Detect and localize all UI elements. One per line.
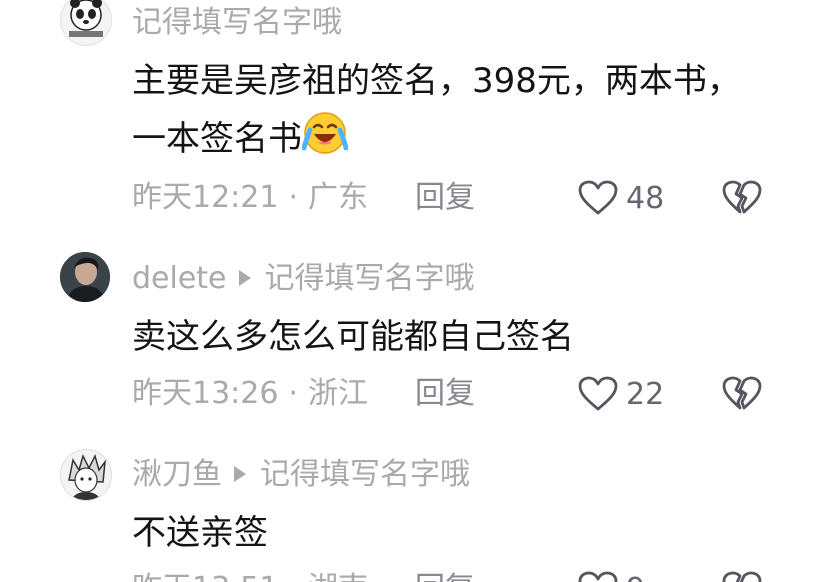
comment-text: 卖这么多怎么可能都自己签名	[132, 308, 574, 366]
avatar[interactable]	[60, 252, 110, 302]
comment-text-line: 卖这么多怎么可能都自己签名	[132, 317, 574, 357]
comment-author-row: 湫刀鱼 记得填写名字哦	[132, 457, 470, 493]
avatar[interactable]	[60, 0, 112, 46]
comment-text: 不送亲签	[132, 504, 268, 562]
portrait-avatar-icon	[60, 252, 110, 302]
reply-target[interactable]: 记得填写名字哦	[265, 261, 475, 296]
panda-avatar-icon	[69, 0, 103, 37]
heart-outline-icon	[578, 180, 618, 215]
comment-location: 湖南	[308, 571, 368, 582]
comment-author[interactable]: delete	[132, 261, 227, 296]
comment-text: 主要是吴彦祖的签名，398元，两本书， 一本签名书	[132, 52, 741, 174]
heart-outline-icon	[578, 376, 618, 411]
comment-meta: 昨天12:21 · 广东 回复	[132, 180, 475, 215]
comment-location: 广东	[308, 180, 369, 215]
dislike-button[interactable]	[722, 571, 762, 582]
broken-heart-icon	[722, 376, 762, 410]
avatar[interactable]	[60, 449, 112, 501]
like-button[interactable]: 9	[578, 569, 645, 582]
comment-author[interactable]: 湫刀鱼	[132, 457, 222, 492]
comment-time: 昨天13:51	[132, 571, 278, 582]
like-count: 22	[626, 376, 665, 412]
broken-heart-icon	[722, 180, 762, 214]
comment-author-row: 记得填写名字哦	[132, 5, 342, 41]
reply-arrow-icon	[234, 466, 246, 482]
laughing-crying-emoji-icon	[301, 110, 349, 174]
comment-text-line: 不送亲签	[132, 513, 268, 553]
dislike-button[interactable]	[722, 180, 762, 216]
comment-meta: 昨天13:26 · 浙江 回复	[132, 376, 475, 411]
reply-target[interactable]: 记得填写名字哦	[260, 457, 470, 492]
like-button[interactable]: 48	[578, 178, 664, 218]
reply-arrow-icon	[238, 270, 251, 286]
comment-time: 昨天12:21	[132, 180, 279, 215]
dislike-button[interactable]	[722, 376, 762, 412]
comment-time: 昨天13:26	[132, 376, 279, 411]
broken-heart-icon	[722, 571, 762, 582]
comment-text-line: 主要是吴彦祖的签名，398元，两本书，	[132, 61, 741, 101]
comment-thread: 记得填写名字哦 主要是吴彦祖的签名，398元，两本书， 一本签名书 昨天12:2…	[0, 0, 822, 582]
comment-text-line: 一本签名书	[132, 110, 741, 174]
reply-button[interactable]: 回复	[415, 376, 475, 412]
comment-author[interactable]: 记得填写名字哦	[132, 5, 342, 40]
heart-outline-icon	[578, 571, 618, 582]
anime-avatar-icon	[61, 450, 111, 500]
comment-meta: 昨天13:51·湖南 回复	[132, 571, 475, 582]
like-count: 9	[626, 572, 645, 582]
like-button[interactable]: 22	[578, 374, 664, 414]
comment-location: 浙江	[308, 376, 369, 411]
reply-button[interactable]: 回复	[415, 571, 475, 582]
reply-button[interactable]: 回复	[415, 180, 475, 216]
comment-author-row: delete 记得填写名字哦	[132, 261, 475, 297]
like-count: 48	[626, 180, 665, 216]
